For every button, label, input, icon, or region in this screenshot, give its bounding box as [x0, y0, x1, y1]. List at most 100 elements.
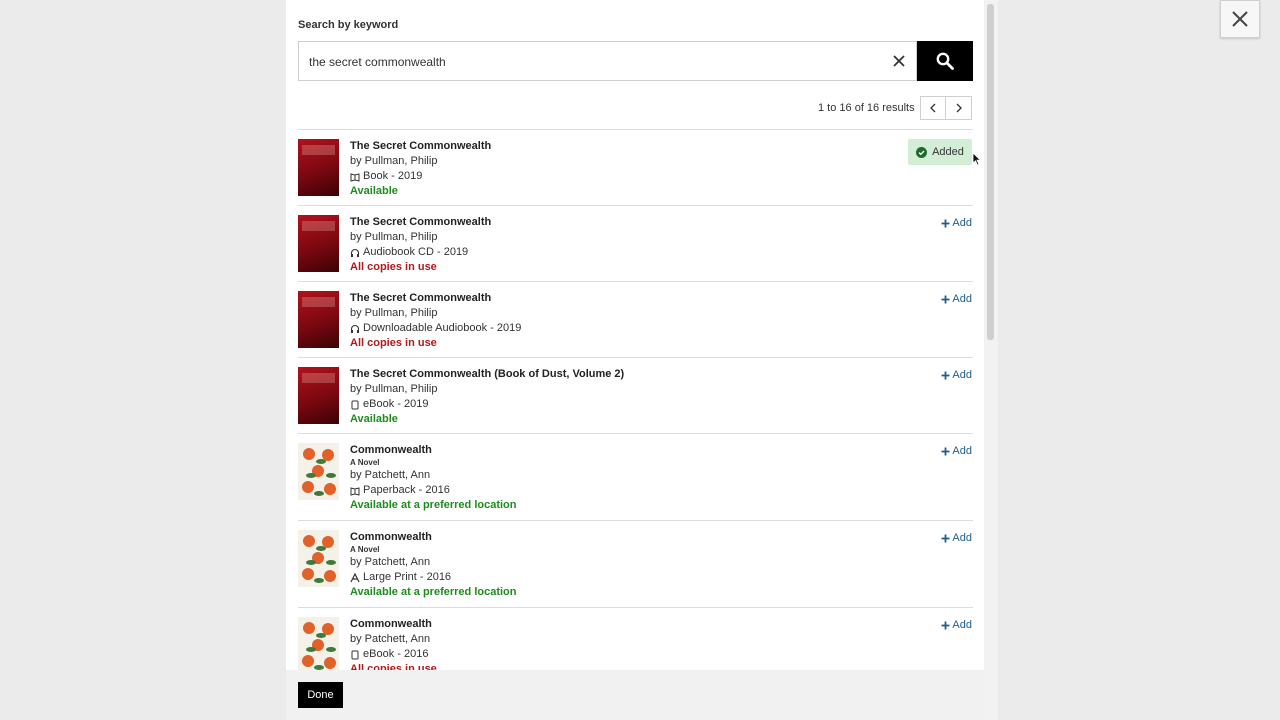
search-label: Search by keyword — [298, 19, 399, 31]
result-title[interactable]: The Secret Commonwealth — [350, 215, 491, 230]
search-box — [298, 41, 917, 82]
add-label: Add — [952, 293, 972, 305]
modal-footer: Done — [286, 670, 984, 720]
result-item: The Secret Commonwealth by Pullman, Phil… — [298, 281, 973, 357]
result-format: Book - 2019 — [350, 169, 491, 184]
close-modal-button[interactable] — [1220, 0, 1260, 38]
mouse-cursor-icon — [972, 152, 982, 166]
chevron-left-icon — [930, 103, 936, 113]
tablet-icon — [350, 400, 360, 410]
availability-status: Available at a preferred location — [350, 499, 517, 511]
availability-status: Available — [350, 185, 398, 197]
result-format: eBook - 2019 — [350, 397, 624, 412]
result-title[interactable]: Commonwealth — [350, 443, 516, 458]
close-icon — [1232, 11, 1248, 27]
book-cover-image[interactable] — [298, 443, 339, 500]
close-icon — [893, 55, 905, 67]
result-author: by Patchett, Ann — [350, 469, 431, 481]
scrollbar-thumb[interactable] — [987, 4, 994, 340]
result-title[interactable]: Commonwealth — [350, 530, 516, 545]
add-label: Add — [952, 445, 972, 457]
headphones-icon — [350, 248, 360, 258]
result-format: Large Print - 2016 — [350, 570, 516, 585]
plus-icon — [941, 534, 950, 542]
result-format-label: eBook - 2019 — [363, 398, 429, 410]
previous-page-button[interactable] — [920, 96, 946, 120]
availability-status: All copies in use — [350, 663, 437, 670]
result-item: Commonwealth by Patchett, Ann eBook - 20… — [298, 607, 973, 670]
added-badge[interactable]: Added — [908, 139, 972, 165]
add-button[interactable]: Add — [941, 445, 972, 457]
chevron-right-icon — [956, 103, 962, 113]
result-format: eBook - 2016 — [350, 647, 437, 662]
availability-status: Available at a preferred location — [350, 586, 517, 598]
result-author: by Patchett, Ann — [350, 633, 431, 645]
results-list: The Secret Commonwealth by Pullman, Phil… — [298, 129, 973, 670]
done-button[interactable]: Done — [298, 682, 343, 708]
result-subtitle: A Novel — [350, 545, 380, 554]
result-author: by Pullman, Philip — [350, 231, 438, 243]
plus-icon — [941, 371, 950, 379]
availability-status: All copies in use — [350, 261, 437, 273]
result-item: Commonwealth A Novel by Patchett, Ann Pa… — [298, 433, 973, 520]
result-format: Audiobook CD - 2019 — [350, 245, 491, 260]
result-author: by Pullman, Philip — [350, 383, 438, 395]
search-button[interactable] — [917, 41, 973, 81]
result-format-label: Paperback - 2016 — [363, 484, 450, 496]
add-button[interactable]: Add — [941, 619, 972, 631]
book-cover-image[interactable] — [298, 215, 339, 272]
add-button[interactable]: Add — [941, 293, 972, 305]
plus-icon — [941, 621, 950, 629]
search-modal: Search by keyword 1 to 16 of 16 results … — [286, 0, 984, 720]
scrollbar[interactable] — [984, 0, 998, 720]
result-title[interactable]: The Secret Commonwealth — [350, 139, 491, 154]
tablet-icon — [350, 650, 360, 660]
add-label: Add — [952, 619, 972, 631]
add-button[interactable]: Add — [941, 369, 972, 381]
book-cover-image[interactable] — [298, 291, 339, 348]
result-format: Paperback - 2016 — [350, 483, 516, 498]
result-title[interactable]: The Secret Commonwealth — [350, 291, 521, 306]
result-item: The Secret Commonwealth by Pullman, Phil… — [298, 205, 973, 281]
result-title[interactable]: The Secret Commonwealth (Book of Dust, V… — [350, 367, 624, 382]
result-author: by Patchett, Ann — [350, 556, 431, 568]
result-format-label: Downloadable Audiobook - 2019 — [363, 322, 522, 334]
search-input[interactable] — [307, 42, 871, 82]
results-count: 1 to 16 of 16 results — [818, 102, 915, 114]
next-page-button[interactable] — [946, 96, 972, 120]
book-cover-image[interactable] — [298, 139, 339, 196]
result-format-label: Audiobook CD - 2019 — [363, 246, 469, 258]
pagination-controls — [920, 96, 972, 120]
add-label: Add — [952, 532, 972, 544]
result-item: Commonwealth A Novel by Patchett, Ann La… — [298, 520, 973, 607]
add-button[interactable]: Add — [941, 532, 972, 544]
add-button[interactable]: Add — [941, 217, 972, 229]
headphones-icon — [350, 324, 360, 334]
result-format-label: eBook - 2016 — [363, 648, 429, 660]
plus-icon — [941, 295, 950, 303]
book-icon — [350, 172, 360, 182]
result-item: The Secret Commonwealth by Pullman, Phil… — [298, 129, 973, 205]
book-icon — [350, 486, 360, 496]
plus-icon — [941, 447, 950, 455]
clear-search-button[interactable] — [886, 48, 912, 74]
result-subtitle: A Novel — [350, 458, 380, 467]
large-print-icon — [350, 572, 360, 583]
book-cover-image[interactable] — [298, 530, 339, 587]
result-format-label: Book - 2019 — [363, 170, 423, 182]
added-label: Added — [932, 146, 964, 158]
search-icon — [936, 52, 954, 70]
result-format-label: Large Print - 2016 — [363, 571, 452, 583]
result-title[interactable]: Commonwealth — [350, 617, 437, 632]
book-cover-image[interactable] — [298, 367, 339, 424]
add-label: Add — [952, 217, 972, 229]
availability-status: Available — [350, 413, 398, 425]
book-cover-image[interactable] — [298, 617, 339, 670]
result-item: The Secret Commonwealth (Book of Dust, V… — [298, 357, 973, 433]
add-label: Add — [952, 369, 972, 381]
result-author: by Pullman, Philip — [350, 155, 438, 167]
plus-icon — [941, 219, 950, 227]
check-circle-icon — [916, 146, 928, 158]
result-author: by Pullman, Philip — [350, 307, 438, 319]
availability-status: All copies in use — [350, 337, 437, 349]
